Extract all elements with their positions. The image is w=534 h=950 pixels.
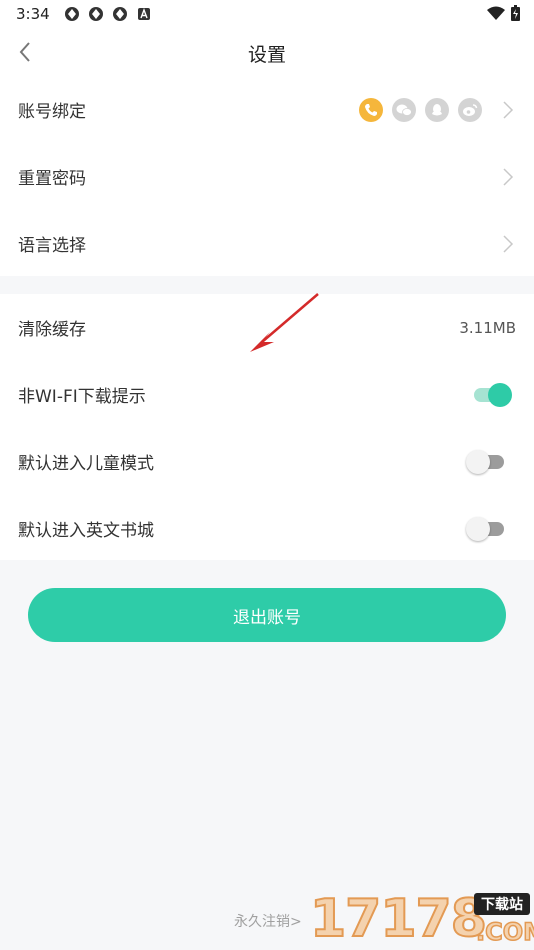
weibo-icon <box>458 97 482 122</box>
watermark-logo: 17178 <box>309 888 488 950</box>
notification-icon <box>112 7 127 21</box>
watermark-tag: 下载站 <box>474 893 530 915</box>
toggle-knob <box>488 382 512 407</box>
account-binding-label: 账号绑定 <box>18 102 86 122</box>
reset-password-label: 重置密码 <box>18 169 86 189</box>
language-row[interactable]: 语言选择 <box>0 210 534 277</box>
reset-password-row[interactable]: 重置密码 <box>0 143 534 210</box>
page-title: 设置 <box>247 44 286 66</box>
wifi-icon <box>487 6 505 20</box>
kids-mode-label: 默认进入儿童模式 <box>18 454 154 474</box>
qq-icon <box>425 97 449 122</box>
toggle-knob <box>466 449 490 474</box>
watermark-domain: .COM <box>475 917 534 947</box>
battery-icon <box>511 5 520 21</box>
non-wifi-prompt-label: 非WI-FI下载提示 <box>18 387 146 407</box>
english-store-row: 默认进入英文书城 <box>0 495 534 562</box>
chevron-right-icon <box>503 100 514 119</box>
english-store-label: 默认进入英文书城 <box>18 521 154 541</box>
bound-accounts <box>359 97 482 122</box>
chevron-right-icon <box>503 234 514 253</box>
non-wifi-prompt-row: 非WI-FI下载提示 <box>0 361 534 428</box>
notification-icon <box>88 7 103 21</box>
chevron-right-icon <box>503 167 514 186</box>
account-settings-card: 账号绑定 重置密码 语言选择 <box>0 76 534 276</box>
clear-cache-label: 清除缓存 <box>18 320 86 340</box>
toggle-knob <box>466 516 490 541</box>
english-store-toggle[interactable] <box>466 516 504 541</box>
account-binding-row[interactable]: 账号绑定 <box>0 76 534 143</box>
cancel-account-link[interactable]: 永久注销> <box>234 911 302 931</box>
non-wifi-prompt-toggle[interactable] <box>474 382 512 407</box>
status-bar: 3:34 <box>0 0 534 28</box>
phone-icon <box>359 97 383 122</box>
wechat-icon <box>392 97 416 122</box>
kids-mode-row: 默认进入儿童模式 <box>0 428 534 495</box>
kids-mode-toggle[interactable] <box>466 449 504 474</box>
a-notification-icon <box>137 8 150 20</box>
top-bar: 设置 <box>0 28 534 76</box>
language-label: 语言选择 <box>18 236 86 256</box>
notification-icon <box>64 7 79 21</box>
cache-size: 3.11MB <box>459 318 516 337</box>
annotation-arrow-icon <box>250 293 319 352</box>
status-time: 3:34 <box>16 5 50 23</box>
logout-button[interactable]: 退出账号 <box>28 588 506 642</box>
